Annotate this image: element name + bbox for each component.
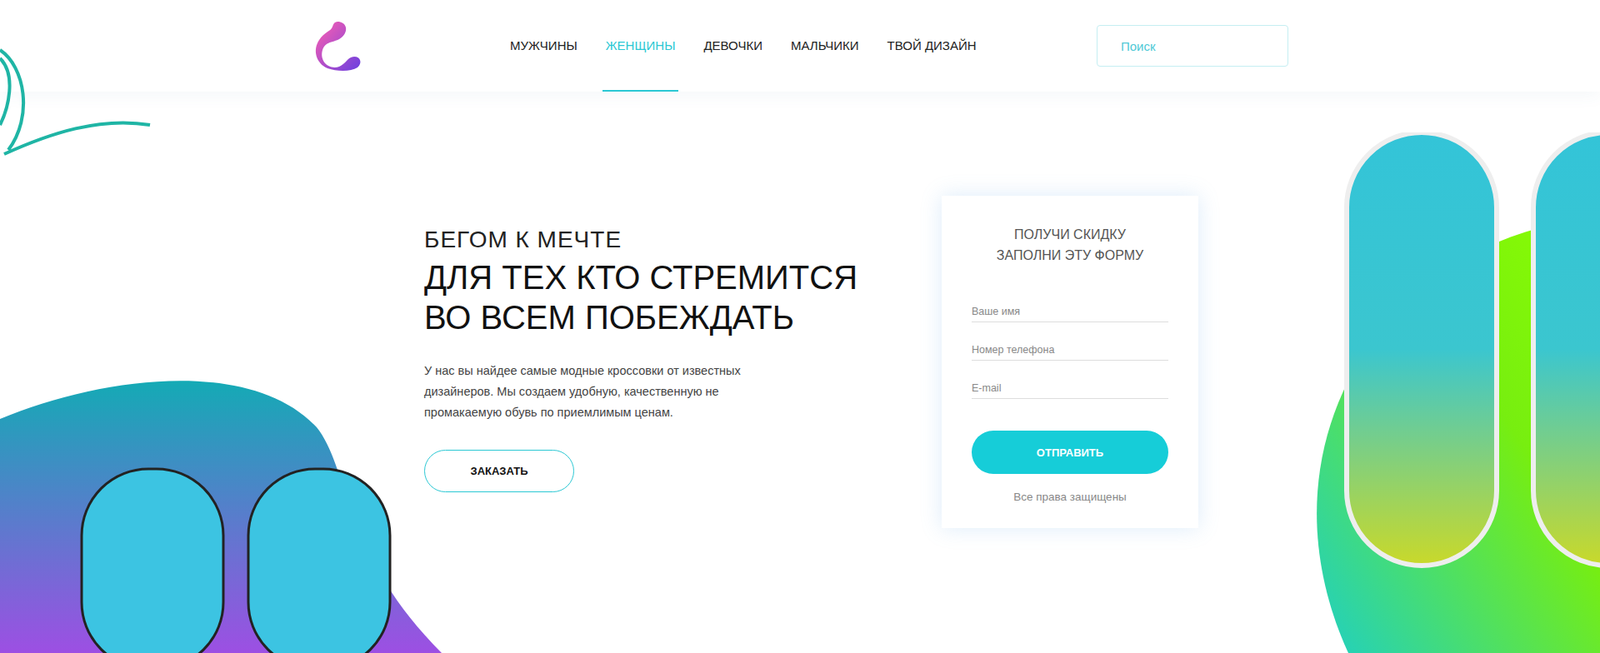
nav-item[interactable]: ДЕВОЧКИ [700, 0, 766, 92]
nav-item[interactable]: ЖЕНЩИНЫ [602, 0, 680, 92]
submit-button[interactable]: ОТПРАВИТЬ [971, 430, 1169, 475]
rope-image [0, 0, 167, 167]
hero-text: БЕГОМ К МЕЧТЕ ДЛЯ ТЕХ КТО СТРЕМИТСЯВО ВС… [424, 195, 942, 493]
left-blob-image [0, 377, 442, 653]
header: МУЖЧИНЫ ЖЕНЩИНЫ ДЕВОЧКИ МАЛЬЧИКИ ТВОЙ ДИЗАЙН [0, 0, 1600, 92]
form-field[interactable] [971, 300, 1169, 323]
hero-description: У нас вы найдее самые модные кроссовки о… [424, 360, 783, 424]
hero-kicker: БЕГОМ К МЕЧТЕ [424, 225, 622, 255]
nav-item[interactable]: МУЖЧИНЫ [506, 0, 581, 92]
search-input[interactable] [1096, 25, 1289, 67]
hero: БЕГОМ К МЕЧТЕ ДЛЯ ТЕХ КТО СТРЕМИТСЯВО ВС… [0, 91, 1600, 529]
form-field[interactable] [971, 339, 1169, 361]
discount-form: ПОЛУЧИ СКИДКУЗАПОЛНИ ЭТУ ФОРМУ ОТПРАВИТЬ… [941, 195, 1199, 529]
page: МУЖЧИНЫ ЖЕНЩИНЫ ДЕВОЧКИ МАЛЬЧИКИ ТВОЙ ДИЗАЙН… [0, 0, 1600, 653]
form-field[interactable] [971, 377, 1169, 400]
order-button[interactable]: ЗАКАЗАТЬ [424, 450, 575, 493]
main-nav: МУЖЧИНЫ ЖЕНЩИНЫ ДЕВОЧКИ МАЛЬЧИКИ ТВОЙ ДИЗАЙН [506, 0, 980, 92]
hero-title: ДЛЯ ТЕХ КТО СТРЕМИТСЯВО ВСЕМ ПОБЕЖДАТЬ [424, 257, 858, 338]
form-title: ПОЛУЧИ СКИДКУЗАПОЛНИ ЭТУ ФОРМУ [971, 224, 1169, 266]
nav-item[interactable]: МАЛЬЧИКИ [787, 0, 863, 92]
logo-icon[interactable] [312, 20, 363, 72]
nav-item[interactable]: ТВОЙ ДИЗАЙН [884, 0, 980, 92]
form-footer: Все права защищены [971, 490, 1169, 504]
right-blob-image [1298, 132, 1600, 653]
